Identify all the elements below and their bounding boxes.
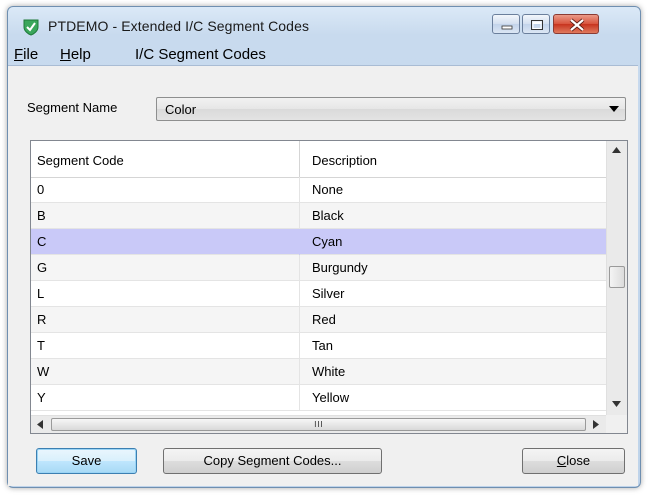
segment-code-cell: L — [37, 286, 45, 301]
description-cell: Black — [312, 208, 344, 223]
horizontal-scrollbar[interactable]: ııı — [31, 415, 606, 433]
table-row[interactable]: R Red — [31, 307, 606, 333]
maximize-icon — [531, 20, 543, 30]
segment-code-cell: C — [37, 234, 47, 249]
save-button[interactable]: Save — [36, 448, 137, 474]
description-cell: Cyan — [312, 234, 343, 249]
table-row-selected[interactable]: C Cyan — [31, 229, 606, 255]
segment-code-cell: W — [37, 364, 50, 379]
menu-ic-segment-codes-label: I/C Segment Codes — [135, 46, 266, 63]
menu-help[interactable]: Help — [60, 46, 91, 63]
table-row[interactable]: Y Yellow — [31, 385, 606, 411]
menu-file-label: ile — [23, 46, 39, 63]
segment-code-cell: T — [37, 338, 45, 353]
table-row[interactable]: 0 None — [31, 177, 606, 203]
minimize-button[interactable] — [492, 14, 520, 34]
vertical-scrollbar[interactable] — [606, 141, 627, 415]
column-divider[interactable] — [299, 141, 300, 177]
copy-segment-codes-button[interactable]: Copy Segment Codes... — [163, 448, 382, 474]
segment-code-cell: 0 — [37, 182, 45, 197]
table-row[interactable]: B Black — [31, 203, 606, 229]
segment-code-cell: B — [37, 208, 46, 223]
scroll-up-arrow-icon[interactable] — [612, 147, 621, 153]
description-cell: Red — [312, 312, 336, 327]
table-row[interactable]: T Tan — [31, 333, 606, 359]
description-cell: Silver — [312, 286, 345, 301]
column-header-segment-code[interactable]: Segment Code — [37, 153, 124, 168]
window-title: PTDEMO - Extended I/C Segment Codes — [48, 18, 310, 34]
column-header-description[interactable]: Description — [312, 153, 377, 168]
segment-name-label: Segment Name — [27, 100, 118, 115]
description-cell: Tan — [312, 338, 333, 353]
minimize-icon — [501, 25, 513, 30]
description-cell: None — [312, 182, 344, 197]
menu-file-mnemonic: F — [14, 46, 24, 63]
table-row[interactable]: W White — [31, 359, 606, 385]
vertical-scroll-thumb[interactable] — [609, 266, 625, 288]
description-cell: Burgundy — [312, 260, 368, 275]
segment-code-cell: Y — [37, 390, 46, 405]
scroll-down-arrow-icon[interactable] — [612, 401, 621, 407]
segment-name-value: Color — [165, 102, 197, 117]
menu-help-mnemonic: H — [60, 46, 71, 63]
maximize-button[interactable] — [522, 14, 550, 34]
menu-ic-segment-codes[interactable]: I/C Segment Codes — [135, 46, 266, 63]
menu-help-label: elp — [70, 46, 91, 63]
close-window-button[interactable] — [553, 14, 599, 34]
scroll-right-arrow-icon[interactable] — [593, 420, 599, 429]
scroll-left-arrow-icon[interactable] — [37, 420, 43, 429]
horizontal-scroll-thumb[interactable]: ııı — [51, 418, 586, 431]
description-cell: Yellow — [312, 390, 350, 405]
scroll-grip-icon: ııı — [313, 418, 324, 430]
segment-code-cell: R — [37, 312, 47, 327]
description-cell: White — [312, 364, 346, 379]
close-button-mnemonic: C — [556, 453, 567, 468]
title-bar[interactable]: PTDEMO - Extended I/C Segment Codes — [8, 7, 640, 39]
segment-code-cell: G — [37, 260, 48, 275]
dropdown-arrow-icon — [609, 106, 619, 112]
segment-codes-grid[interactable]: Segment Code Description 0 None B Black CC… — [30, 140, 628, 434]
table-row[interactable]: L Silver — [31, 281, 606, 307]
menu-file[interactable]: File — [14, 46, 38, 63]
segment-name-dropdown[interactable]: Color — [156, 97, 626, 121]
menu-bar: File Help I/C Segment Codes — [8, 39, 640, 65]
scrollbar-corner — [606, 415, 627, 433]
table-row[interactable]: G Burgundy — [31, 255, 606, 281]
shield-check-icon — [23, 19, 39, 36]
grid-header: Segment Code Description — [31, 141, 606, 178]
close-icon — [569, 18, 585, 32]
close-button[interactable]: Close — [522, 448, 625, 474]
close-button-label: lose — [566, 453, 591, 468]
